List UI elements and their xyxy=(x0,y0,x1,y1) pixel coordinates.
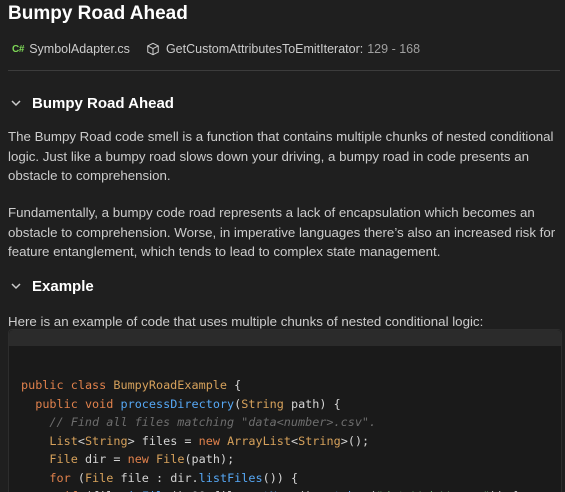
section-toggle-example[interactable]: Example xyxy=(10,276,94,296)
code-line: List<String> files = new ArrayList<Strin… xyxy=(49,433,370,448)
code-block-header xyxy=(9,330,561,346)
file-reference: C# SymbolAdapter.cs GetCustomAttributesT… xyxy=(12,41,420,57)
code-smell-panel: Bumpy Road Ahead C# SymbolAdapter.cs Get… xyxy=(0,0,565,492)
code-line: // Find all files matching "data<number>… xyxy=(49,415,377,429)
description-paragraph: Fundamentally, a bumpy code road represe… xyxy=(8,205,556,259)
chevron-down-icon xyxy=(11,283,21,290)
divider xyxy=(8,70,560,71)
description-paragraph: The Bumpy Road code smell is a function … xyxy=(8,129,554,183)
code-content: public class BumpyRoadExample { public v… xyxy=(21,376,518,492)
method-name-link[interactable]: GetCustomAttributesToEmitIterator: xyxy=(166,42,363,56)
code-line: public void processDirectory(String path… xyxy=(35,396,341,411)
line-range: 129 - 168 xyxy=(367,42,421,56)
section-toggle-bumpy-road[interactable]: Bumpy Road Ahead xyxy=(10,93,174,113)
chevron-down-icon xyxy=(11,100,21,107)
method-cube-icon xyxy=(147,42,159,56)
section-heading: Bumpy Road Ahead xyxy=(32,94,174,112)
code-line: for (File file : dir.listFiles()) { xyxy=(49,470,299,485)
csharp-file-icon: C# xyxy=(12,43,25,55)
code-line: File dir = new File(path); xyxy=(49,452,235,466)
code-block: public class BumpyRoadExample { public v… xyxy=(8,329,562,492)
page-title: Bumpy Road Ahead xyxy=(8,3,188,24)
code-line: public class BumpyRoadExample { xyxy=(21,378,242,392)
file-name-link[interactable]: SymbolAdapter.cs xyxy=(29,42,130,56)
section-heading: Example xyxy=(32,277,94,295)
